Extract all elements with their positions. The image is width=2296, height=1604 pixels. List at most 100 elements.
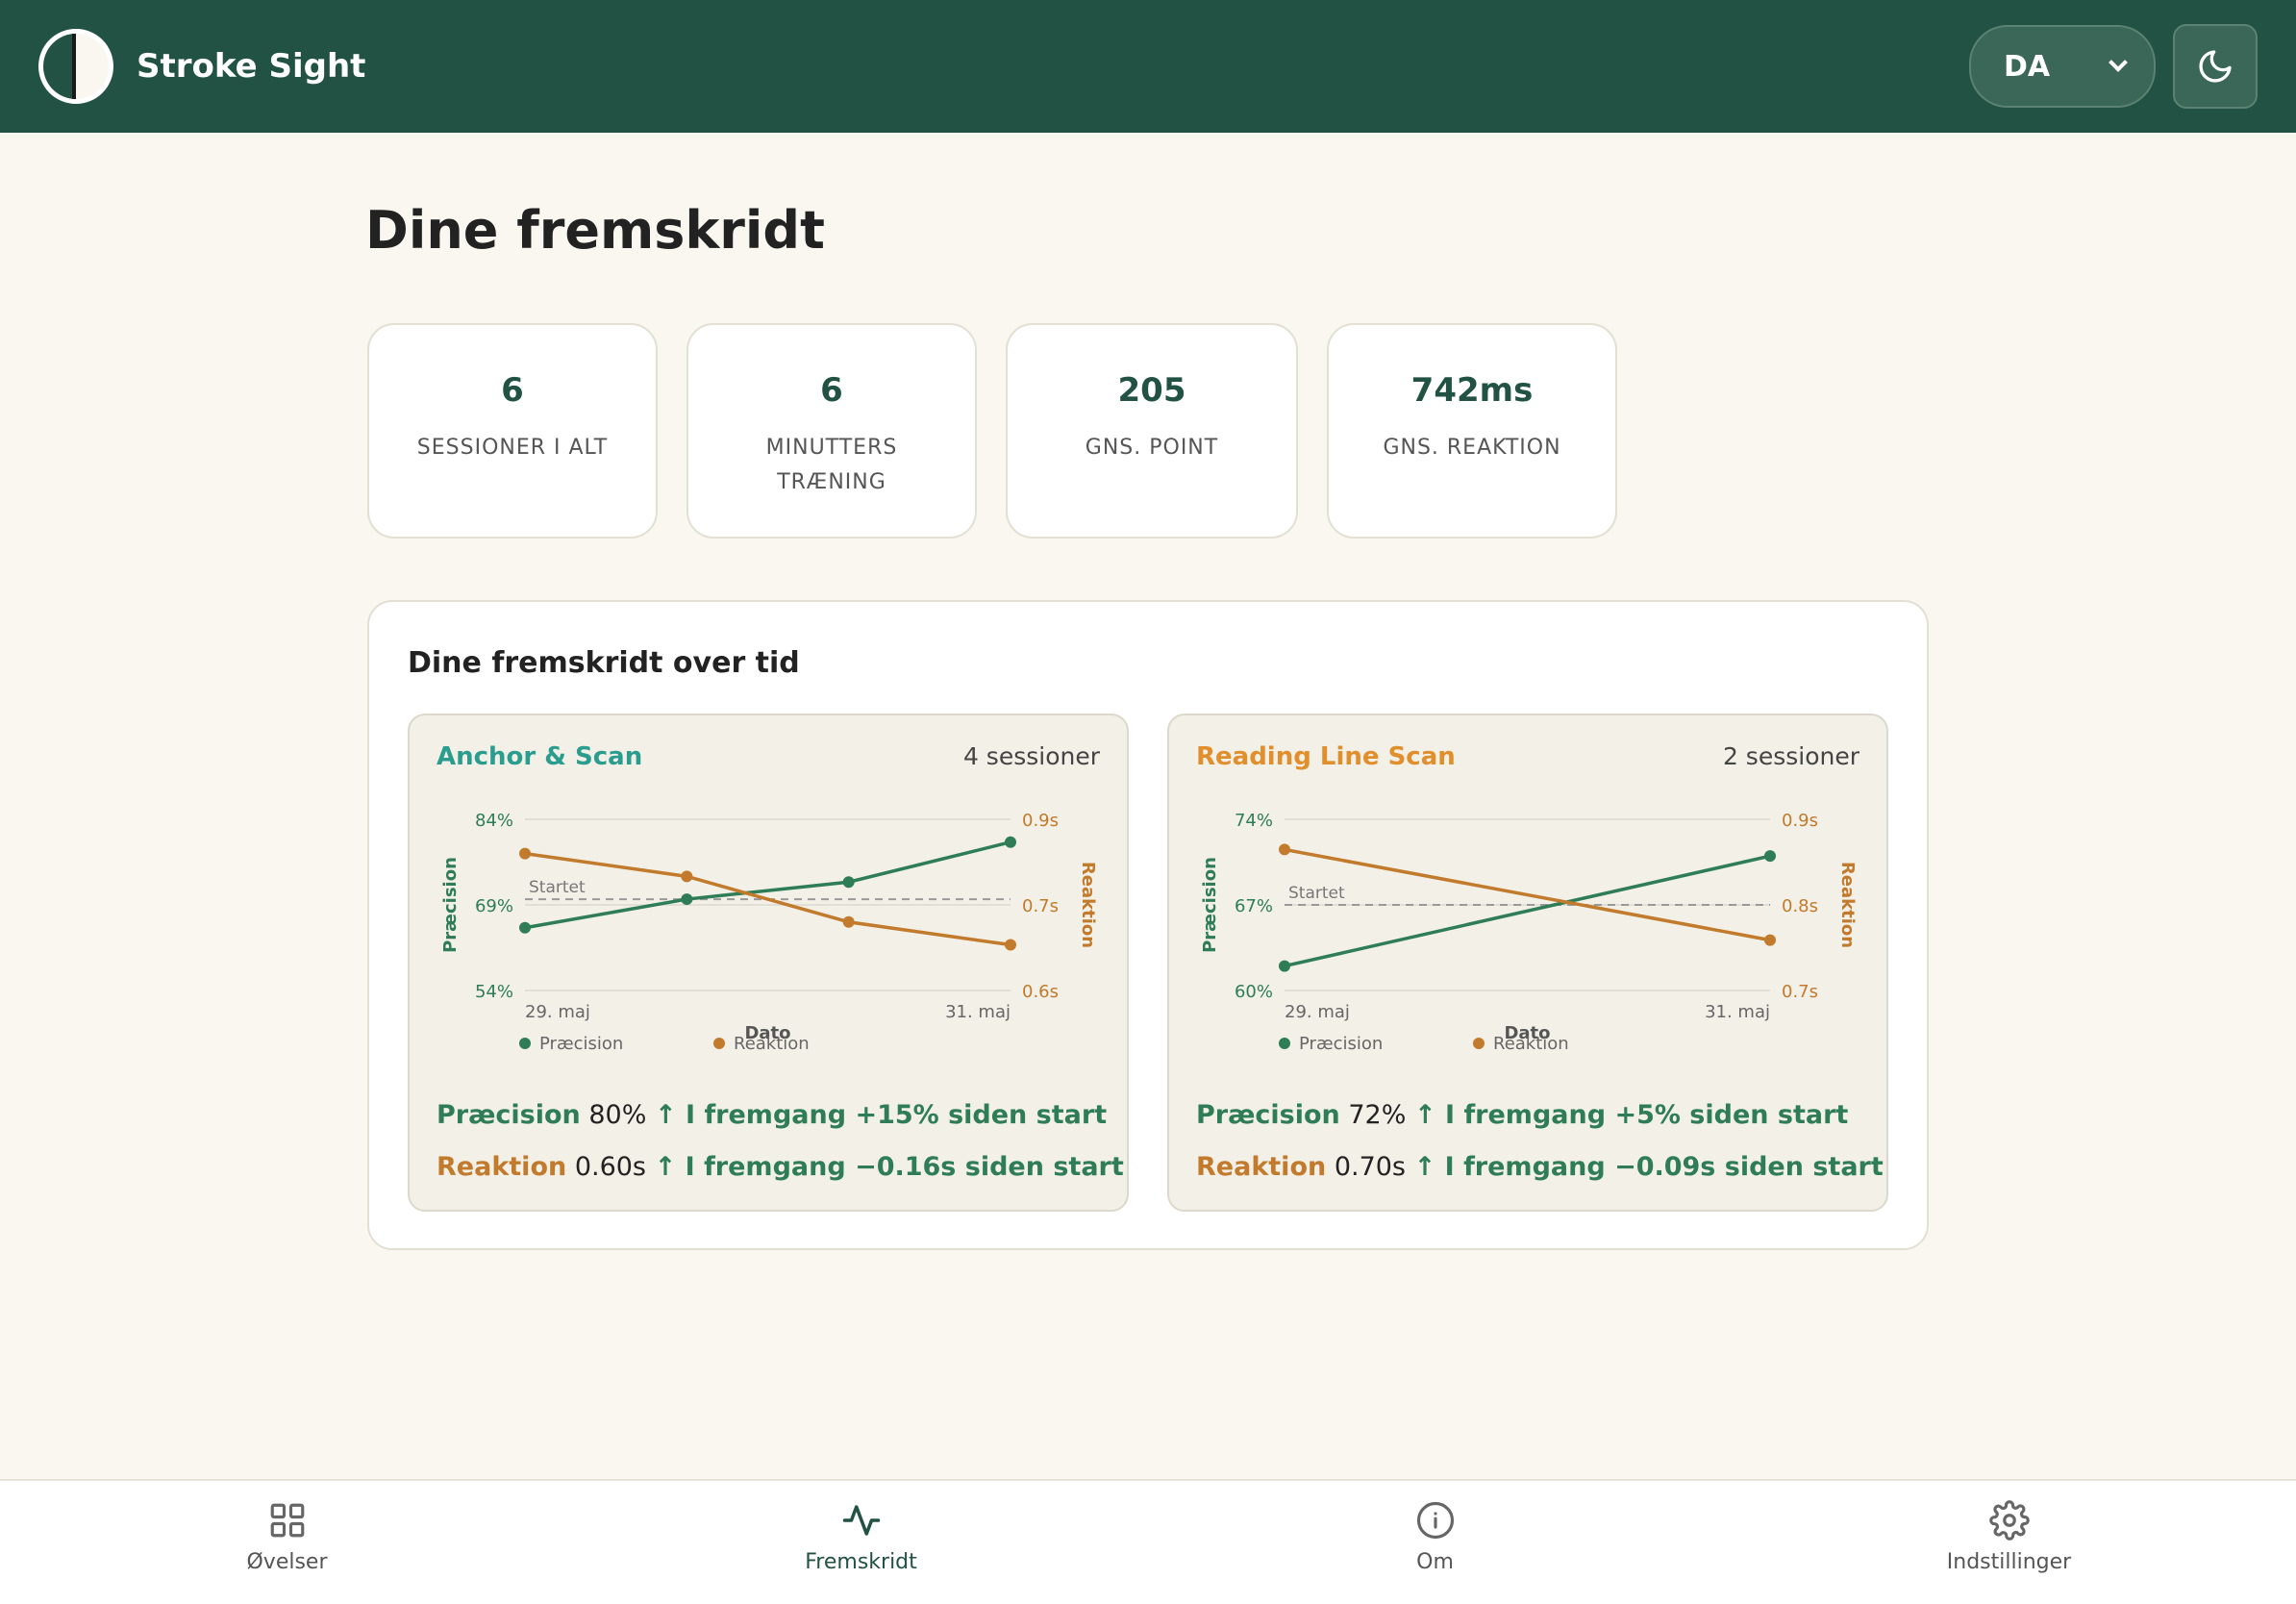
stat-label: GNS. REAKTION (1383, 436, 1561, 460)
legend-marker (713, 1038, 725, 1049)
exercise-chart: 84% 69% 54% 0.9s 0.7s 0.6s Præcision Reaktion 29… (440, 811, 1098, 1054)
data-point (1764, 934, 1776, 946)
y-left-axis-label: Præcision (440, 857, 461, 953)
y-left-tick-label: 60% (1235, 982, 1273, 1002)
precision-value: 72% (1348, 1100, 1407, 1130)
precision-trend: ↑ I fremgang +15% siden start (654, 1100, 1108, 1130)
chevron-down-icon (2109, 53, 2128, 72)
nav-item-progress[interactable]: Fremskridt (574, 1481, 1148, 1604)
x-tick-label: 29. maj (1285, 1002, 1350, 1022)
stat-value: 6 (501, 371, 524, 410)
exercise-name: Anchor & Scan (437, 742, 643, 771)
y-right-tick-label: 0.9s (1022, 811, 1059, 831)
y-right-tick-label: 0.6s (1022, 982, 1059, 1002)
precision-value: 80% (588, 1100, 647, 1130)
nav-item-settings[interactable]: Indstillinger (1722, 1481, 2296, 1604)
stat-card-points: 205 GNS. POINT (1006, 323, 1298, 539)
data-point (681, 870, 693, 883)
nav-label: Om (1416, 1550, 1454, 1574)
precision-label: Præcision (437, 1100, 581, 1130)
series-line (524, 840, 1011, 930)
y-right-tick-label: 0.7s (1022, 896, 1059, 916)
y-left-tick-label: 69% (475, 896, 513, 916)
language-select[interactable]: DA (1969, 25, 2156, 108)
reaction-value: 0.70s (1334, 1152, 1406, 1182)
reaction-label: Reaktion (437, 1152, 567, 1182)
data-point (1005, 836, 1016, 848)
precision-summary: Præcision 72% ↑ I fremgang +5% siden sta… (1196, 1100, 1848, 1130)
x-tick-label: 31. maj (945, 1002, 1011, 1022)
y-right-axis-label: Reaktion (1078, 862, 1098, 948)
activity-icon (842, 1505, 880, 1536)
legend-marker (1473, 1038, 1485, 1049)
exercise-sessions: 4 sessioner (962, 742, 1100, 770)
exercise-name: Reading Line Scan (1196, 742, 1456, 771)
legend-marker (1279, 1038, 1290, 1049)
exercise-panel-anchor-scan: Anchor & Scan 4 sessioner 84% 69% 54% 0.9s 0… (408, 714, 1129, 1212)
data-point (842, 876, 855, 889)
exercise-sessions: 2 sessioner (1722, 742, 1859, 770)
nav-item-about[interactable]: Om (1148, 1481, 1722, 1604)
stat-card-reaction: 742ms GNS. REAKTION (1327, 323, 1617, 539)
stat-card-sessions: 6 SESSIONER I ALT (367, 323, 658, 539)
theme-toggle-button[interactable] (2173, 24, 2258, 109)
stat-value: 205 (1117, 371, 1186, 410)
gear-icon (1988, 1500, 2030, 1541)
precision-summary: Præcision 80% ↑ I fremgang +15% siden st… (437, 1100, 1107, 1130)
info-icon (1416, 1501, 1454, 1540)
stat-label: MINUTTERS TRÆNING (765, 436, 898, 494)
stat-value: 742ms (1410, 371, 1534, 410)
data-point (1279, 960, 1290, 972)
reaction-label: Reaktion (1196, 1152, 1327, 1182)
nav-label: Fremskridt (805, 1550, 917, 1574)
data-point (1279, 843, 1290, 856)
y-left-tick-label: 74% (1235, 811, 1273, 831)
data-point (519, 847, 531, 860)
exercise-chart: 74% 67% 60% 0.9s 0.8s 0.7s Præcision Reaktion 29… (1200, 811, 1858, 1054)
legend-marker (519, 1038, 531, 1049)
reaction-trend: ↑ I fremgang −0.16s siden start (654, 1152, 1124, 1182)
series-line (1284, 854, 1771, 968)
stats-row: 6 SESSIONER I ALT 6 MINUTTERS TRÆNING 20… (367, 323, 1617, 539)
legend-label: Reaktion (734, 1034, 810, 1054)
stat-value: 6 (820, 371, 843, 410)
baseline-label: Startet (529, 878, 586, 897)
legend-label: Reaktion (1493, 1034, 1569, 1054)
precision-label: Præcision (1196, 1100, 1340, 1130)
data-point (842, 915, 855, 928)
header-actions: DA (1969, 24, 2258, 109)
data-point (1005, 939, 1016, 951)
reaction-summary: Reaktion 0.70s ↑ I fremgang −0.09s siden… (1196, 1152, 1884, 1182)
moon-icon (2199, 50, 2232, 83)
nav-label: Indstillinger (1946, 1550, 2072, 1574)
stat-label: SESSIONER I ALT (416, 436, 609, 460)
bottom-nav: Øvelser Fremskridt Om Indstillinger (0, 1479, 2296, 1604)
progress-title: Dine fremskridt over tid (408, 646, 800, 680)
y-right-tick-label: 0.8s (1782, 896, 1818, 916)
language-value: DA (2004, 49, 2051, 84)
data-point (519, 921, 531, 934)
half-circle-logo-icon (38, 29, 113, 104)
y-left-tick-label: 84% (475, 811, 513, 831)
nav-item-exercises[interactable]: Øvelser (0, 1481, 574, 1604)
y-right-tick-label: 0.7s (1782, 982, 1818, 1002)
grid-icon (270, 1503, 304, 1538)
y-left-tick-label: 67% (1235, 896, 1273, 916)
page-title: Dine fremskridt (365, 200, 825, 261)
x-tick-label: 31. maj (1705, 1002, 1770, 1022)
baseline-label: Startet (1288, 884, 1345, 903)
y-right-tick-label: 0.9s (1782, 811, 1818, 831)
nav-label: Øvelser (246, 1550, 328, 1574)
y-left-tick-label: 54% (475, 982, 513, 1002)
stat-card-minutes: 6 MINUTTERS TRÆNING (686, 323, 977, 539)
app-title: Stroke Sight (137, 47, 366, 86)
data-point (1764, 850, 1776, 863)
y-left-axis-label: Præcision (1200, 857, 1220, 953)
series-line (1284, 847, 1771, 942)
exercise-panel-reading-line-scan: Reading Line Scan 2 sessioner 74% 67% 60% 0… (1167, 714, 1888, 1212)
precision-trend: ↑ I fremgang +5% siden start (1413, 1100, 1849, 1130)
app-header: Stroke Sight DA (0, 0, 2296, 133)
reaction-value: 0.60s (574, 1152, 646, 1182)
data-point (681, 893, 693, 906)
legend-label: Præcision (539, 1034, 623, 1054)
